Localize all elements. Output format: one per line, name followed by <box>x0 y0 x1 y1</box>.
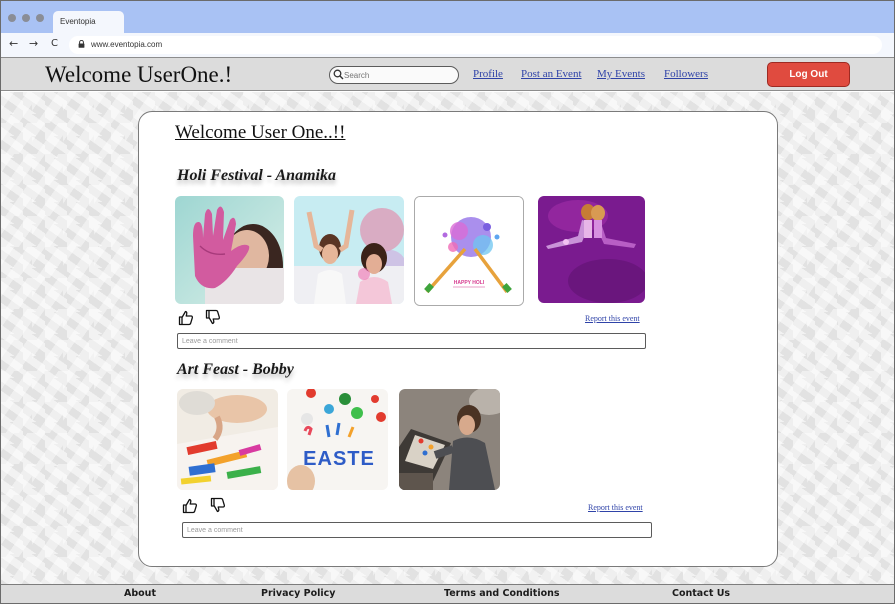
report-event-link[interactable]: Report this event <box>585 314 640 323</box>
page-title: Welcome User One..!! <box>175 122 346 143</box>
footer-link-privacy[interactable]: Privacy Policy <box>261 588 335 599</box>
happy-holi-graphic[interactable]: HAPPY HOLI <box>414 196 524 306</box>
holi-celebration-photo[interactable] <box>294 196 404 304</box>
url-text: www.eventopia.com <box>91 40 163 49</box>
nav-link-profile[interactable]: Profile <box>473 68 503 80</box>
report-event-link[interactable]: Report this event <box>588 503 643 512</box>
event-title: Holi Festival - Anamika <box>177 167 336 184</box>
browser-tab-title: Eventopia <box>60 17 96 26</box>
browser-titlebar: Eventopia <box>1 1 894 33</box>
browser-window: Eventopia ← → C www.eventopia.com Welcom… <box>0 0 895 604</box>
site-footer: About Privacy Policy Terms and Condition… <box>1 584 894 603</box>
maximize-window-icon[interactable] <box>36 14 44 22</box>
painting-hands-photo[interactable] <box>177 389 278 490</box>
minimize-window-icon[interactable] <box>22 14 30 22</box>
easter-lettering-photo[interactable]: EASTE <box>287 389 388 490</box>
footer-link-contact[interactable]: Contact Us <box>672 588 730 599</box>
nav-link-followers[interactable]: Followers <box>664 68 708 80</box>
search-box[interactable] <box>329 66 459 84</box>
lock-icon <box>78 40 85 48</box>
thumbs-down-icon[interactable] <box>205 309 221 325</box>
easter-text: EASTE <box>303 448 375 470</box>
footer-link-about[interactable]: About <box>124 588 156 599</box>
thumbs-up-icon[interactable] <box>178 310 194 326</box>
thumbs-up-icon[interactable] <box>182 498 198 514</box>
reload-icon[interactable]: C <box>51 38 58 50</box>
footer-link-terms[interactable]: Terms and Conditions <box>444 588 560 599</box>
logout-button[interactable]: Log Out <box>767 62 850 87</box>
holi-couple-photo[interactable] <box>538 196 645 303</box>
search-input[interactable] <box>344 68 454 82</box>
event-title: Art Feast - Bobby <box>177 361 294 378</box>
site-header: Welcome UserOne.! Profile Post an Event … <box>1 57 894 91</box>
nav-link-post-event[interactable]: Post an Event <box>521 68 582 80</box>
comment-input[interactable] <box>182 522 652 538</box>
close-window-icon[interactable] <box>8 14 16 22</box>
forward-arrow-icon[interactable]: → <box>29 38 38 50</box>
nav-link-my-events[interactable]: My Events <box>597 68 645 80</box>
holi-hand-photo[interactable] <box>175 196 284 304</box>
thumbs-down-icon[interactable] <box>210 497 226 513</box>
back-arrow-icon[interactable]: ← <box>9 38 18 50</box>
happy-holi-text: HAPPY HOLI <box>454 280 485 286</box>
url-field[interactable]: www.eventopia.com <box>69 36 882 54</box>
event-feed-card: Welcome User One..!! Holi Festival - Ana… <box>138 111 778 567</box>
search-icon <box>333 69 344 80</box>
artist-at-table-photo[interactable] <box>399 389 500 490</box>
browser-tab[interactable]: Eventopia <box>53 11 124 33</box>
welcome-heading: Welcome UserOne.! <box>45 62 233 87</box>
window-controls <box>8 14 44 22</box>
comment-input[interactable] <box>177 333 646 349</box>
browser-addressbar: ← → C www.eventopia.com <box>1 33 894 57</box>
